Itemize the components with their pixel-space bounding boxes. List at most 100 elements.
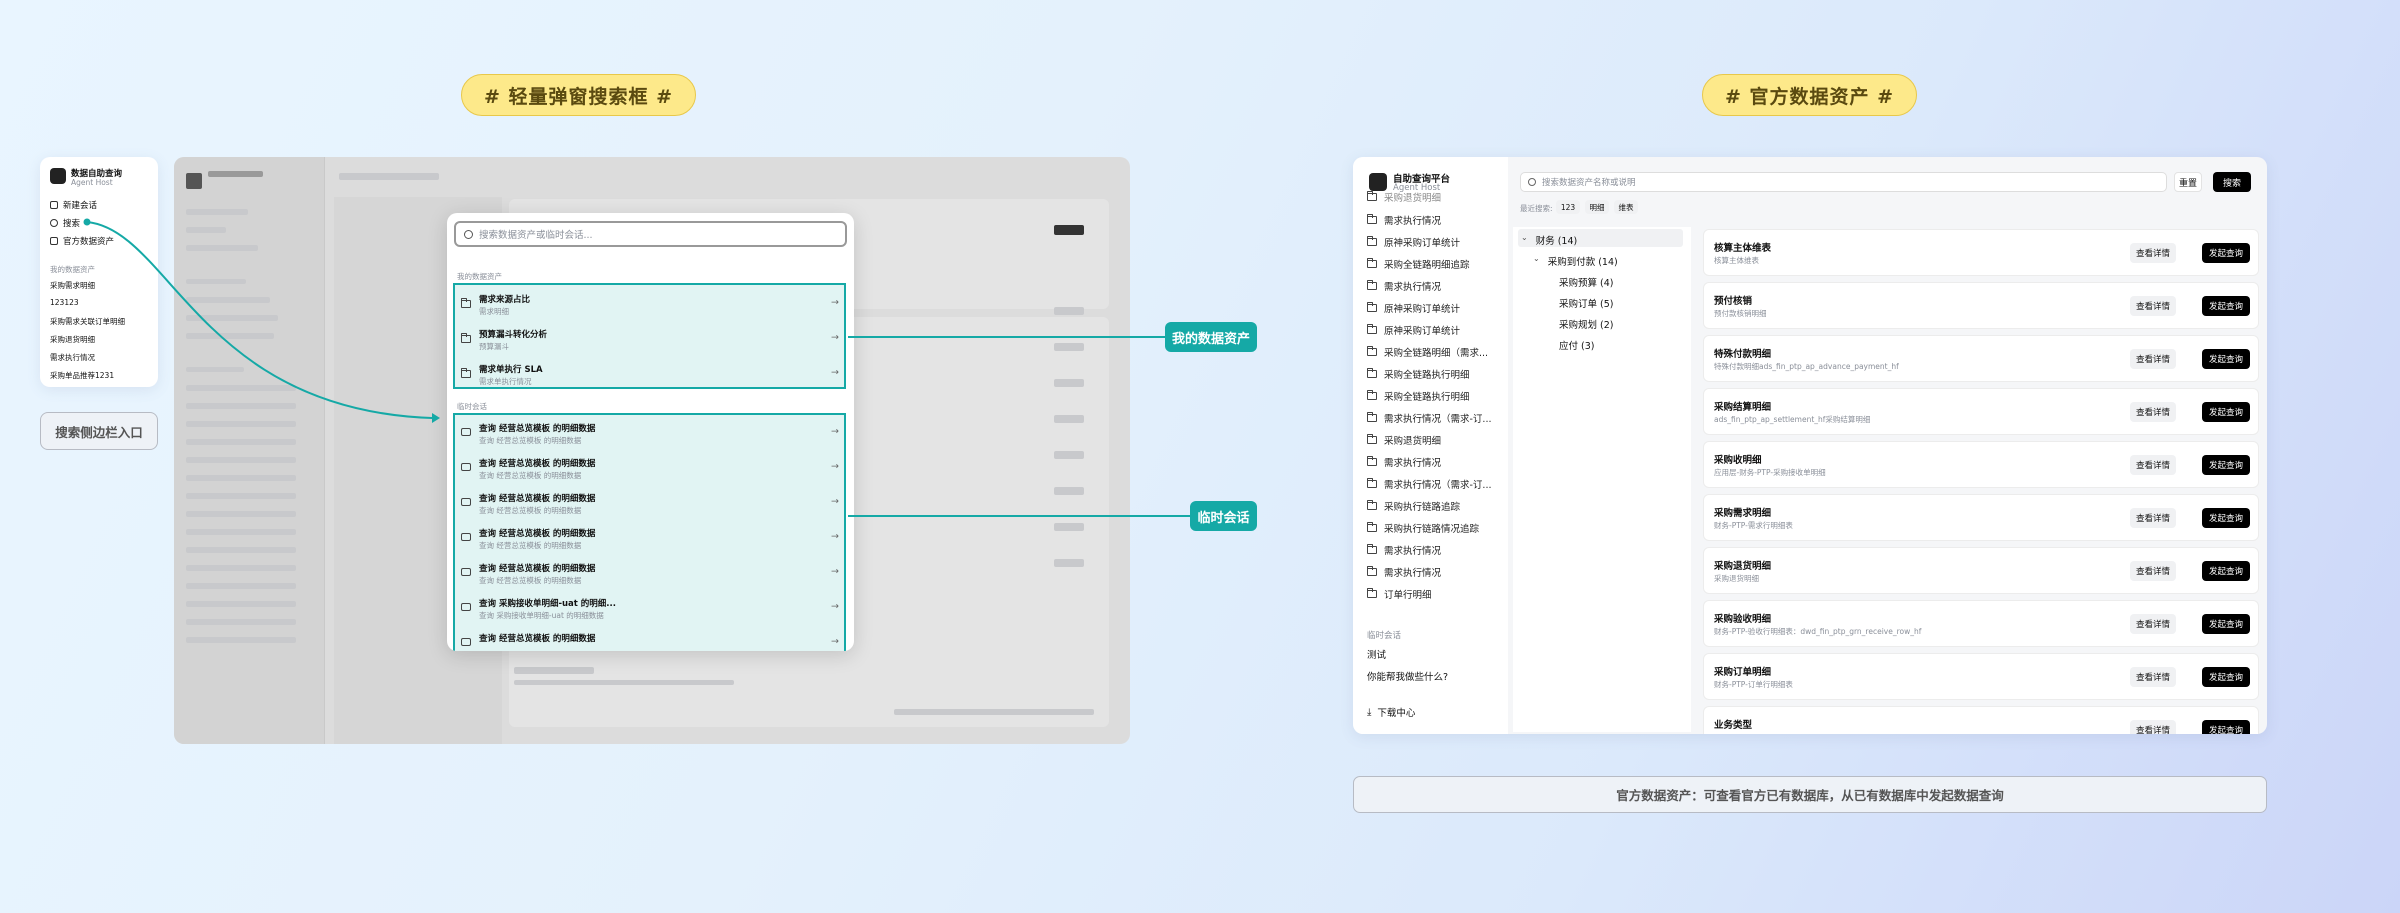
folder-item[interactable]: 采购退货明细 [1366, 433, 1441, 447]
asset-title: 采购结算明细 [1714, 402, 1772, 413]
official-assets-window: 自助查询平台 Agent Host 采购退货明细 需求执行情况 原神采购订单统计… [1353, 157, 2267, 734]
asset-search-input[interactable]: 搜索数据资产名称或说明 [1520, 172, 2167, 192]
download-icon: ⤓ [1367, 706, 1372, 718]
folder-item[interactable]: 订单行明细 [1366, 587, 1432, 601]
folder-item[interactable]: 需求执行情况 [1366, 565, 1441, 579]
temp-chat-tag: 临时会话 [1190, 501, 1257, 531]
folder-item[interactable]: 采购执行链路追踪 [1366, 499, 1460, 513]
folder-icon [1366, 544, 1377, 554]
tree-node[interactable]: 采购预算 (4) [1559, 275, 1613, 289]
recent-tag[interactable]: 明细 [1585, 200, 1609, 214]
asset-card: 采购收明细 应用层-财务-PTP-采购接收单明细 查看详情 发起查询 [1703, 441, 2259, 488]
recent-tag[interactable]: 维表 [1614, 200, 1638, 214]
folder-icon [1366, 390, 1377, 400]
folder-item[interactable]: 原神采购订单统计 [1366, 323, 1460, 337]
asset-title: 采购需求明细 [1714, 508, 1772, 519]
start-query-button[interactable]: 发起查询 [2202, 508, 2250, 528]
asset-card: 核算主体维表 核算主体维表 查看详情 发起查询 [1703, 229, 2259, 276]
reset-button[interactable]: 重置 [2174, 172, 2202, 192]
view-detail-button[interactable]: 查看详情 [2130, 561, 2176, 581]
chevron-down-icon: ⌄ [1533, 254, 1540, 263]
start-query-button[interactable]: 发起查询 [2202, 349, 2250, 369]
view-detail-button[interactable]: 查看详情 [2130, 720, 2176, 734]
start-query-button[interactable]: 发起查询 [2202, 561, 2250, 581]
asset-desc: 预付款核销明细 [1714, 309, 1767, 318]
recent-search-label: 最近搜索: [1520, 204, 1553, 213]
download-center[interactable]: ⤓ 下载中心 [1367, 705, 1415, 720]
asset-desc: 采购退货明细 [1714, 574, 1759, 583]
asset-card: 特殊付款明细 特殊付款明细ads_fin_ptp_ap_advance_paym… [1703, 335, 2259, 382]
temp-chat-item[interactable]: 你能帮我做些什么? [1367, 669, 1448, 683]
asset-desc: 特殊付款明细ads_fin_ptp_ap_advance_payment_hf [1714, 362, 1899, 371]
asset-title: 业务类型 [1714, 720, 1753, 731]
folder-item[interactable]: 采购退货明细 [1366, 190, 1441, 204]
folder-item[interactable]: 采购全链路明细（需求... [1366, 345, 1488, 359]
start-query-button[interactable]: 发起查询 [2202, 455, 2250, 475]
folder-item[interactable]: 采购执行链路情况追踪 [1366, 521, 1479, 535]
asset-card: 采购订单明细 财务-PTP-订单行明细表 查看详情 发起查询 [1703, 653, 2259, 700]
view-detail-button[interactable]: 查看详情 [2130, 402, 2176, 422]
folder-item[interactable]: 采购全链路执行明细 [1366, 389, 1470, 403]
folder-item[interactable]: 需求执行情况 [1366, 279, 1441, 293]
tree-node[interactable]: 采购规划 (2) [1559, 317, 1613, 331]
folder-icon [1366, 434, 1377, 444]
asset-title: 采购退货明细 [1714, 561, 1772, 572]
folder-item[interactable]: 采购全链路执行明细 [1366, 367, 1470, 381]
folder-item[interactable]: 需求执行情况 [1366, 455, 1441, 469]
folder-item[interactable]: 需求执行情况（需求-订... [1366, 477, 1492, 491]
asset-desc: 财务-PTP-订单行明细表 [1714, 680, 1793, 689]
folder-item[interactable]: 需求执行情况 [1366, 213, 1441, 227]
right-caption: 官方数据资产：可查看官方已有数据库，从已有数据库中发起数据查询 [1353, 776, 2267, 813]
folder-icon [1366, 456, 1377, 466]
folder-item[interactable]: 需求执行情况 [1366, 543, 1441, 557]
start-query-button[interactable]: 发起查询 [2202, 614, 2250, 634]
start-query-button[interactable]: 发起查询 [2202, 296, 2250, 316]
start-query-button[interactable]: 发起查询 [2202, 402, 2250, 422]
asset-desc: 应用层-财务-PTP-采购接收单明细 [1714, 468, 1826, 477]
folder-icon [1366, 214, 1377, 224]
search-button[interactable]: 搜索 [2213, 172, 2251, 192]
folder-list: 采购退货明细 需求执行情况 原神采购订单统计 采购全链路明细追踪 需求执行情况 … [1366, 191, 1507, 734]
folder-icon [1366, 566, 1377, 576]
start-query-button[interactable]: 发起查询 [2202, 720, 2250, 734]
recent-tag[interactable]: 123 [1556, 200, 1580, 214]
asset-title: 采购订单明细 [1714, 667, 1772, 678]
folder-item[interactable]: 采购全链路明细追踪 [1366, 257, 1470, 271]
asset-title: 采购验收明细 [1714, 614, 1772, 625]
app-logo [1369, 173, 1387, 191]
view-detail-button[interactable]: 查看详情 [2130, 667, 2176, 687]
asset-title: 预付核销 [1714, 296, 1753, 307]
folder-icon [1366, 412, 1377, 422]
tree-node[interactable]: ⌄ 采购到付款 (14) [1533, 254, 1618, 268]
view-detail-button[interactable]: 查看详情 [2130, 614, 2176, 634]
folder-item[interactable]: 需求执行情况（需求-订... [1366, 411, 1492, 425]
asset-card: 采购结算明细 ads_fin_ptp_ap_settlement_hf采购结算明… [1703, 388, 2259, 435]
start-query-button[interactable]: 发起查询 [2202, 667, 2250, 687]
category-tree: ⌄ 财务 (14) ⌄ 采购到付款 (14) 采购预算 (4) 采购订单 (5) 采… [1513, 227, 1691, 732]
view-detail-button[interactable]: 查看详情 [2130, 296, 2176, 316]
temp-chat-item[interactable]: 测试 [1367, 647, 1386, 661]
tree-node[interactable]: 应付 (3) [1559, 338, 1594, 352]
asset-desc: ads_fin_ptp_ap_settlement_hf采购结算明细 [1714, 415, 1871, 424]
folder-icon [1366, 368, 1377, 378]
asset-title: 核算主体维表 [1714, 243, 1772, 254]
asset-card: 预付核销 预付款核销明细 查看详情 发起查询 [1703, 282, 2259, 329]
tree-node[interactable]: 采购订单 (5) [1559, 296, 1613, 310]
view-detail-button[interactable]: 查看详情 [2130, 349, 2176, 369]
view-detail-button[interactable]: 查看详情 [2130, 243, 2176, 263]
folder-icon [1366, 346, 1377, 356]
asset-title: 采购收明细 [1714, 455, 1762, 466]
view-detail-button[interactable]: 查看详情 [2130, 508, 2176, 528]
start-query-button[interactable]: 发起查询 [2202, 243, 2250, 263]
tree-node[interactable]: ⌄ 财务 (14) [1521, 233, 1577, 247]
search-icon [1528, 178, 1536, 186]
folder-item[interactable]: 原神采购订单统计 [1366, 235, 1460, 249]
folder-icon [1366, 588, 1377, 598]
asset-card: 业务类型 查看详情 发起查询 [1703, 706, 2259, 734]
asset-desc: 财务-PTP-验收行明细表：dwd_fin_ptp_grn_receive_ro… [1714, 627, 1922, 636]
folder-icon [1366, 500, 1377, 510]
folder-item[interactable]: 原神采购订单统计 [1366, 301, 1460, 315]
folder-icon [1366, 191, 1377, 201]
asset-card: 采购退货明细 采购退货明细 查看详情 发起查询 [1703, 547, 2259, 594]
view-detail-button[interactable]: 查看详情 [2130, 455, 2176, 475]
